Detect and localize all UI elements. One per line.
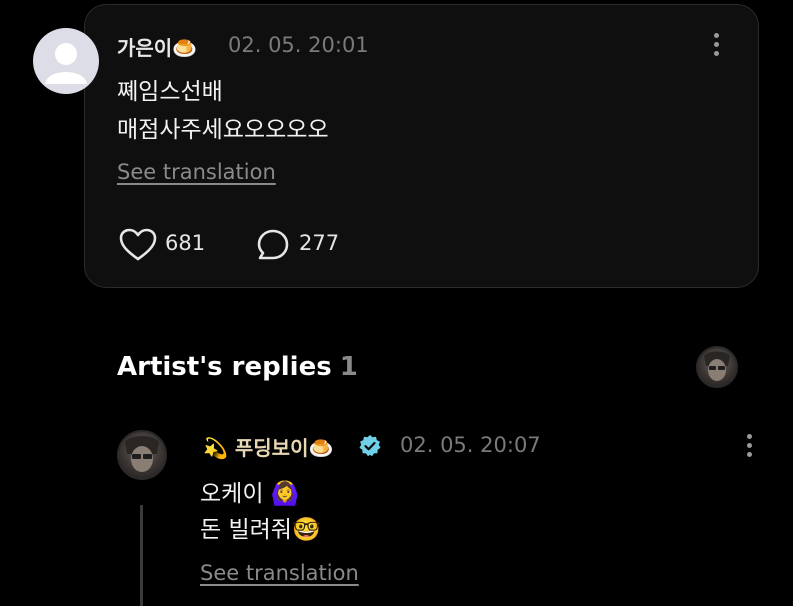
reply-count: 277: [299, 231, 340, 255]
comment-bubble-icon[interactable]: [256, 228, 290, 262]
reply-more-icon[interactable]: [747, 434, 753, 461]
artist-avatar[interactable]: [117, 430, 167, 480]
artist-replies-label: Artist's replies: [117, 352, 332, 382]
default-avatar-icon: [45, 43, 87, 84]
comment-timestamp: 02. 05. 20:01: [228, 33, 369, 57]
artist-photo-icon: [704, 351, 730, 381]
artist-replies-count: 1: [339, 352, 358, 382]
artist-mini-avatar[interactable]: [696, 346, 738, 388]
reply-see-translation-link[interactable]: See translation: [200, 561, 359, 585]
comment-more-icon[interactable]: [714, 33, 720, 60]
artist-photo-icon: [125, 436, 159, 472]
reply-timestamp: 02. 05. 20:07: [400, 433, 541, 457]
artist-replies-title: Artist's replies 1: [117, 352, 358, 382]
reply-username[interactable]: 💫 푸딩보이🍮: [203, 432, 333, 461]
comment-text-line-2: 매점사주세요오오오오: [117, 117, 329, 143]
reply-text-line-2: 돈 빌려줘🤓: [200, 517, 321, 543]
reply-thread-line: [140, 505, 143, 606]
comment-see-translation-link[interactable]: See translation: [117, 160, 276, 184]
like-count: 681: [165, 231, 206, 255]
comment-text-line-1: 쪠임스선배: [117, 79, 223, 105]
heart-icon[interactable]: [119, 228, 157, 262]
user-avatar[interactable]: [33, 28, 99, 94]
verified-badge-icon: [359, 435, 381, 457]
comment-username[interactable]: 가은이🍮: [117, 32, 197, 61]
reply-text-line-1: 오케이 🙆‍♀️: [200, 481, 300, 507]
